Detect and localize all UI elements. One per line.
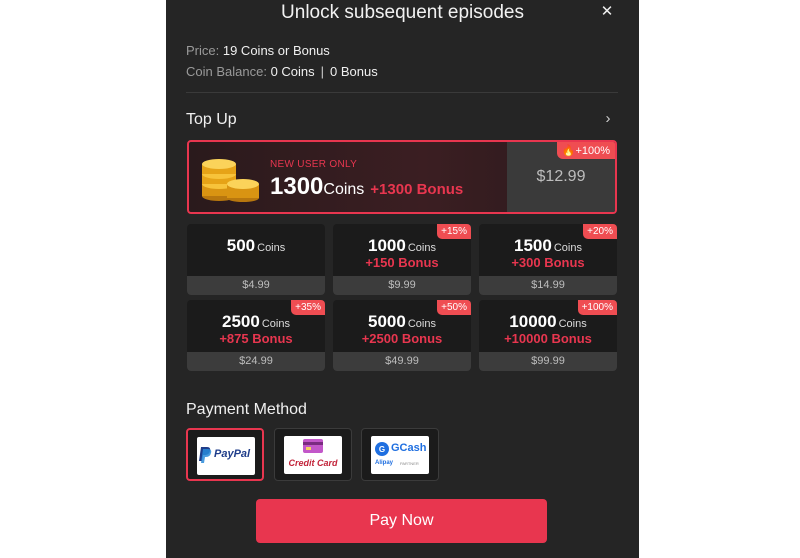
package-badge: +15% xyxy=(437,224,471,239)
credit-card-label: Credit Card xyxy=(288,458,338,468)
promo-badge-text: +100% xyxy=(575,145,610,157)
promo-bonus: +1300 Bonus xyxy=(370,181,464,198)
package-5000[interactable]: 5000 Coins +2500 Bonus +50% $49.99 xyxy=(333,300,471,371)
package-bonus: +2500 Bonus xyxy=(361,331,443,346)
package-price: $9.99 xyxy=(333,276,471,295)
promo-price: $12.99 xyxy=(536,168,586,185)
svg-text:G: G xyxy=(379,445,385,454)
gcash-logo: G GCash Alipay PARTNER xyxy=(371,436,429,474)
partner-label: PARTNER xyxy=(400,461,419,466)
package-price: $14.99 xyxy=(479,276,617,295)
package-unit: Coins xyxy=(553,242,582,254)
package-amount: 1000 Coins xyxy=(333,236,471,256)
package-unit: Coins xyxy=(558,318,587,330)
promo-package[interactable]: NEW USER ONLY 1300Coins +1300 Bonus $12.9… xyxy=(187,140,617,214)
package-1000[interactable]: 1000 Coins +150 Bonus +15% $9.99 xyxy=(333,224,471,295)
package-unit: Coins xyxy=(257,242,286,254)
close-icon[interactable]: ✕ xyxy=(597,2,617,22)
package-1500[interactable]: 1500 Coins +300 Bonus +20% $14.99 xyxy=(479,224,617,295)
package-price: $99.99 xyxy=(479,352,617,371)
package-number: 10000 xyxy=(509,312,557,331)
fire-icon: 🔥 xyxy=(561,145,576,157)
chevron-right-icon[interactable]: › xyxy=(600,111,616,127)
package-badge: +35% xyxy=(291,300,325,315)
promo-amount-number: 1300 xyxy=(270,173,324,200)
package-number: 500 xyxy=(226,236,256,255)
package-2500[interactable]: 2500 Coins +875 Bonus +35% $24.99 xyxy=(187,300,325,371)
package-bonus: +875 Bonus xyxy=(219,331,293,346)
gcash-label: GCash xyxy=(391,442,427,454)
modal-title: Unlock subsequent episodes xyxy=(281,2,524,23)
unlock-modal: Unlock subsequent episodes ✕ Price: 19 C… xyxy=(166,0,639,558)
package-amount: 10000 Coins xyxy=(479,312,617,332)
package-bonus: +10000 Bonus xyxy=(504,331,592,346)
balance-separator: | xyxy=(320,64,325,79)
credit-card-logo: Credit Card xyxy=(284,436,342,474)
paypal-label: PayPal xyxy=(214,448,251,460)
balance-row: Coin Balance: 0 Coins | 0 Bonus xyxy=(186,64,378,79)
price-value: 19 Coins or Bonus xyxy=(222,43,330,58)
balance-label: Coin Balance: xyxy=(186,64,267,79)
top-up-title: Top Up xyxy=(186,111,237,128)
paypal-logo: PayPal xyxy=(197,437,255,475)
package-badge: +50% xyxy=(437,300,471,315)
package-price: $4.99 xyxy=(187,276,325,295)
gcash-option[interactable]: G GCash Alipay PARTNER xyxy=(361,428,439,481)
package-number: 1000 xyxy=(368,236,406,255)
paypal-option[interactable]: PayPal xyxy=(186,428,264,481)
promo-badge: 🔥+100% xyxy=(556,142,615,159)
package-price: $49.99 xyxy=(333,352,471,371)
alipay-label: Alipay xyxy=(375,460,394,466)
package-unit: Coins xyxy=(407,318,436,330)
bonus-balance: 0 Bonus xyxy=(330,64,378,79)
package-number: 5000 xyxy=(368,312,406,331)
package-amount: 1500 Coins xyxy=(479,236,617,256)
promo-tag: NEW USER ONLY xyxy=(270,159,358,170)
promo-amount: 1300Coins +1300 Bonus xyxy=(270,173,463,201)
package-unit: Coins xyxy=(407,242,436,254)
package-number: 2500 xyxy=(222,312,260,331)
package-bonus: +300 Bonus xyxy=(511,255,585,270)
package-amount: 500 Coins xyxy=(187,236,325,256)
package-badge: +20% xyxy=(583,224,617,239)
divider xyxy=(186,92,618,93)
promo-unit: Coins xyxy=(323,181,365,198)
package-number: 1500 xyxy=(514,236,552,255)
package-10000[interactable]: 10000 Coins +10000 Bonus +100% $99.99 xyxy=(479,300,617,371)
package-bonus: +150 Bonus xyxy=(365,255,439,270)
coin-balance: 0 Coins xyxy=(270,64,315,79)
package-badge: +100% xyxy=(577,300,617,315)
coins-stack-icon xyxy=(202,159,259,202)
pay-now-button[interactable]: Pay Now xyxy=(256,499,547,543)
credit-card-option[interactable]: Credit Card xyxy=(274,428,352,481)
price-row: Price: 19 Coins or Bonus xyxy=(186,43,330,58)
payment-method-title: Payment Method xyxy=(186,401,307,418)
package-500[interactable]: 500 Coins $4.99 xyxy=(187,224,325,295)
package-amount: 5000 Coins xyxy=(333,312,471,332)
package-amount: 2500 Coins xyxy=(187,312,325,332)
credit-card-icon xyxy=(303,439,323,453)
price-label: Price: xyxy=(186,43,220,58)
package-price: $24.99 xyxy=(187,352,325,371)
package-unit: Coins xyxy=(261,318,290,330)
